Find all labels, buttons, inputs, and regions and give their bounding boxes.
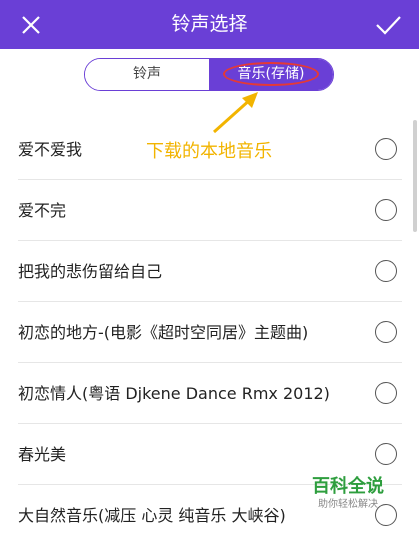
- divider: [18, 179, 402, 180]
- scrollbar[interactable]: [413, 120, 417, 232]
- checkmark-icon: [376, 16, 401, 35]
- radio-button[interactable]: [375, 443, 397, 465]
- tab-music-storage[interactable]: 音乐(存储): [209, 59, 333, 90]
- highlight-circle: [223, 62, 319, 86]
- song-title: 春光美: [18, 445, 67, 464]
- radio-button[interactable]: [375, 138, 397, 160]
- list-item[interactable]: 爱不爱我: [18, 120, 402, 180]
- song-title: 初恋的地方-(电影《超时空同居》主题曲): [18, 323, 309, 342]
- song-title: 大自然音乐(减压 心灵 纯音乐 大峡谷): [18, 506, 286, 525]
- song-title: 爱不爱我: [18, 140, 83, 159]
- radio-button[interactable]: [375, 260, 397, 282]
- radio-button[interactable]: [375, 382, 397, 404]
- watermark-sub-text: 助你轻松解决: [318, 499, 378, 510]
- divider: [18, 240, 402, 241]
- radio-button[interactable]: [375, 199, 397, 221]
- top-bar: 铃声选择: [0, 0, 419, 49]
- tab-ringtone[interactable]: 铃声: [85, 59, 209, 90]
- watermark-logo: 百科全说 助你轻松解决: [296, 476, 400, 522]
- list-item[interactable]: 初恋的地方-(电影《超时空同居》主题曲): [18, 303, 402, 363]
- song-title: 把我的悲伤留给自己: [18, 262, 163, 281]
- list-item[interactable]: 爱不完: [18, 181, 402, 241]
- confirm-button[interactable]: [373, 10, 403, 40]
- song-title: 初恋情人(粤语 Djkene Dance Rmx 2012): [18, 384, 330, 403]
- song-title: 爱不完: [18, 201, 67, 220]
- radio-button[interactable]: [375, 321, 397, 343]
- divider: [18, 423, 402, 424]
- divider: [18, 362, 402, 363]
- list-item[interactable]: 把我的悲伤留给自己: [18, 242, 402, 302]
- page-title: 铃声选择: [171, 13, 248, 35]
- watermark-main-text: 百科全说: [312, 476, 384, 497]
- list-item[interactable]: 初恋情人(粤语 Djkene Dance Rmx 2012): [18, 364, 402, 424]
- divider: [18, 301, 402, 302]
- tab-switcher: 铃声 音乐(存储): [84, 58, 334, 91]
